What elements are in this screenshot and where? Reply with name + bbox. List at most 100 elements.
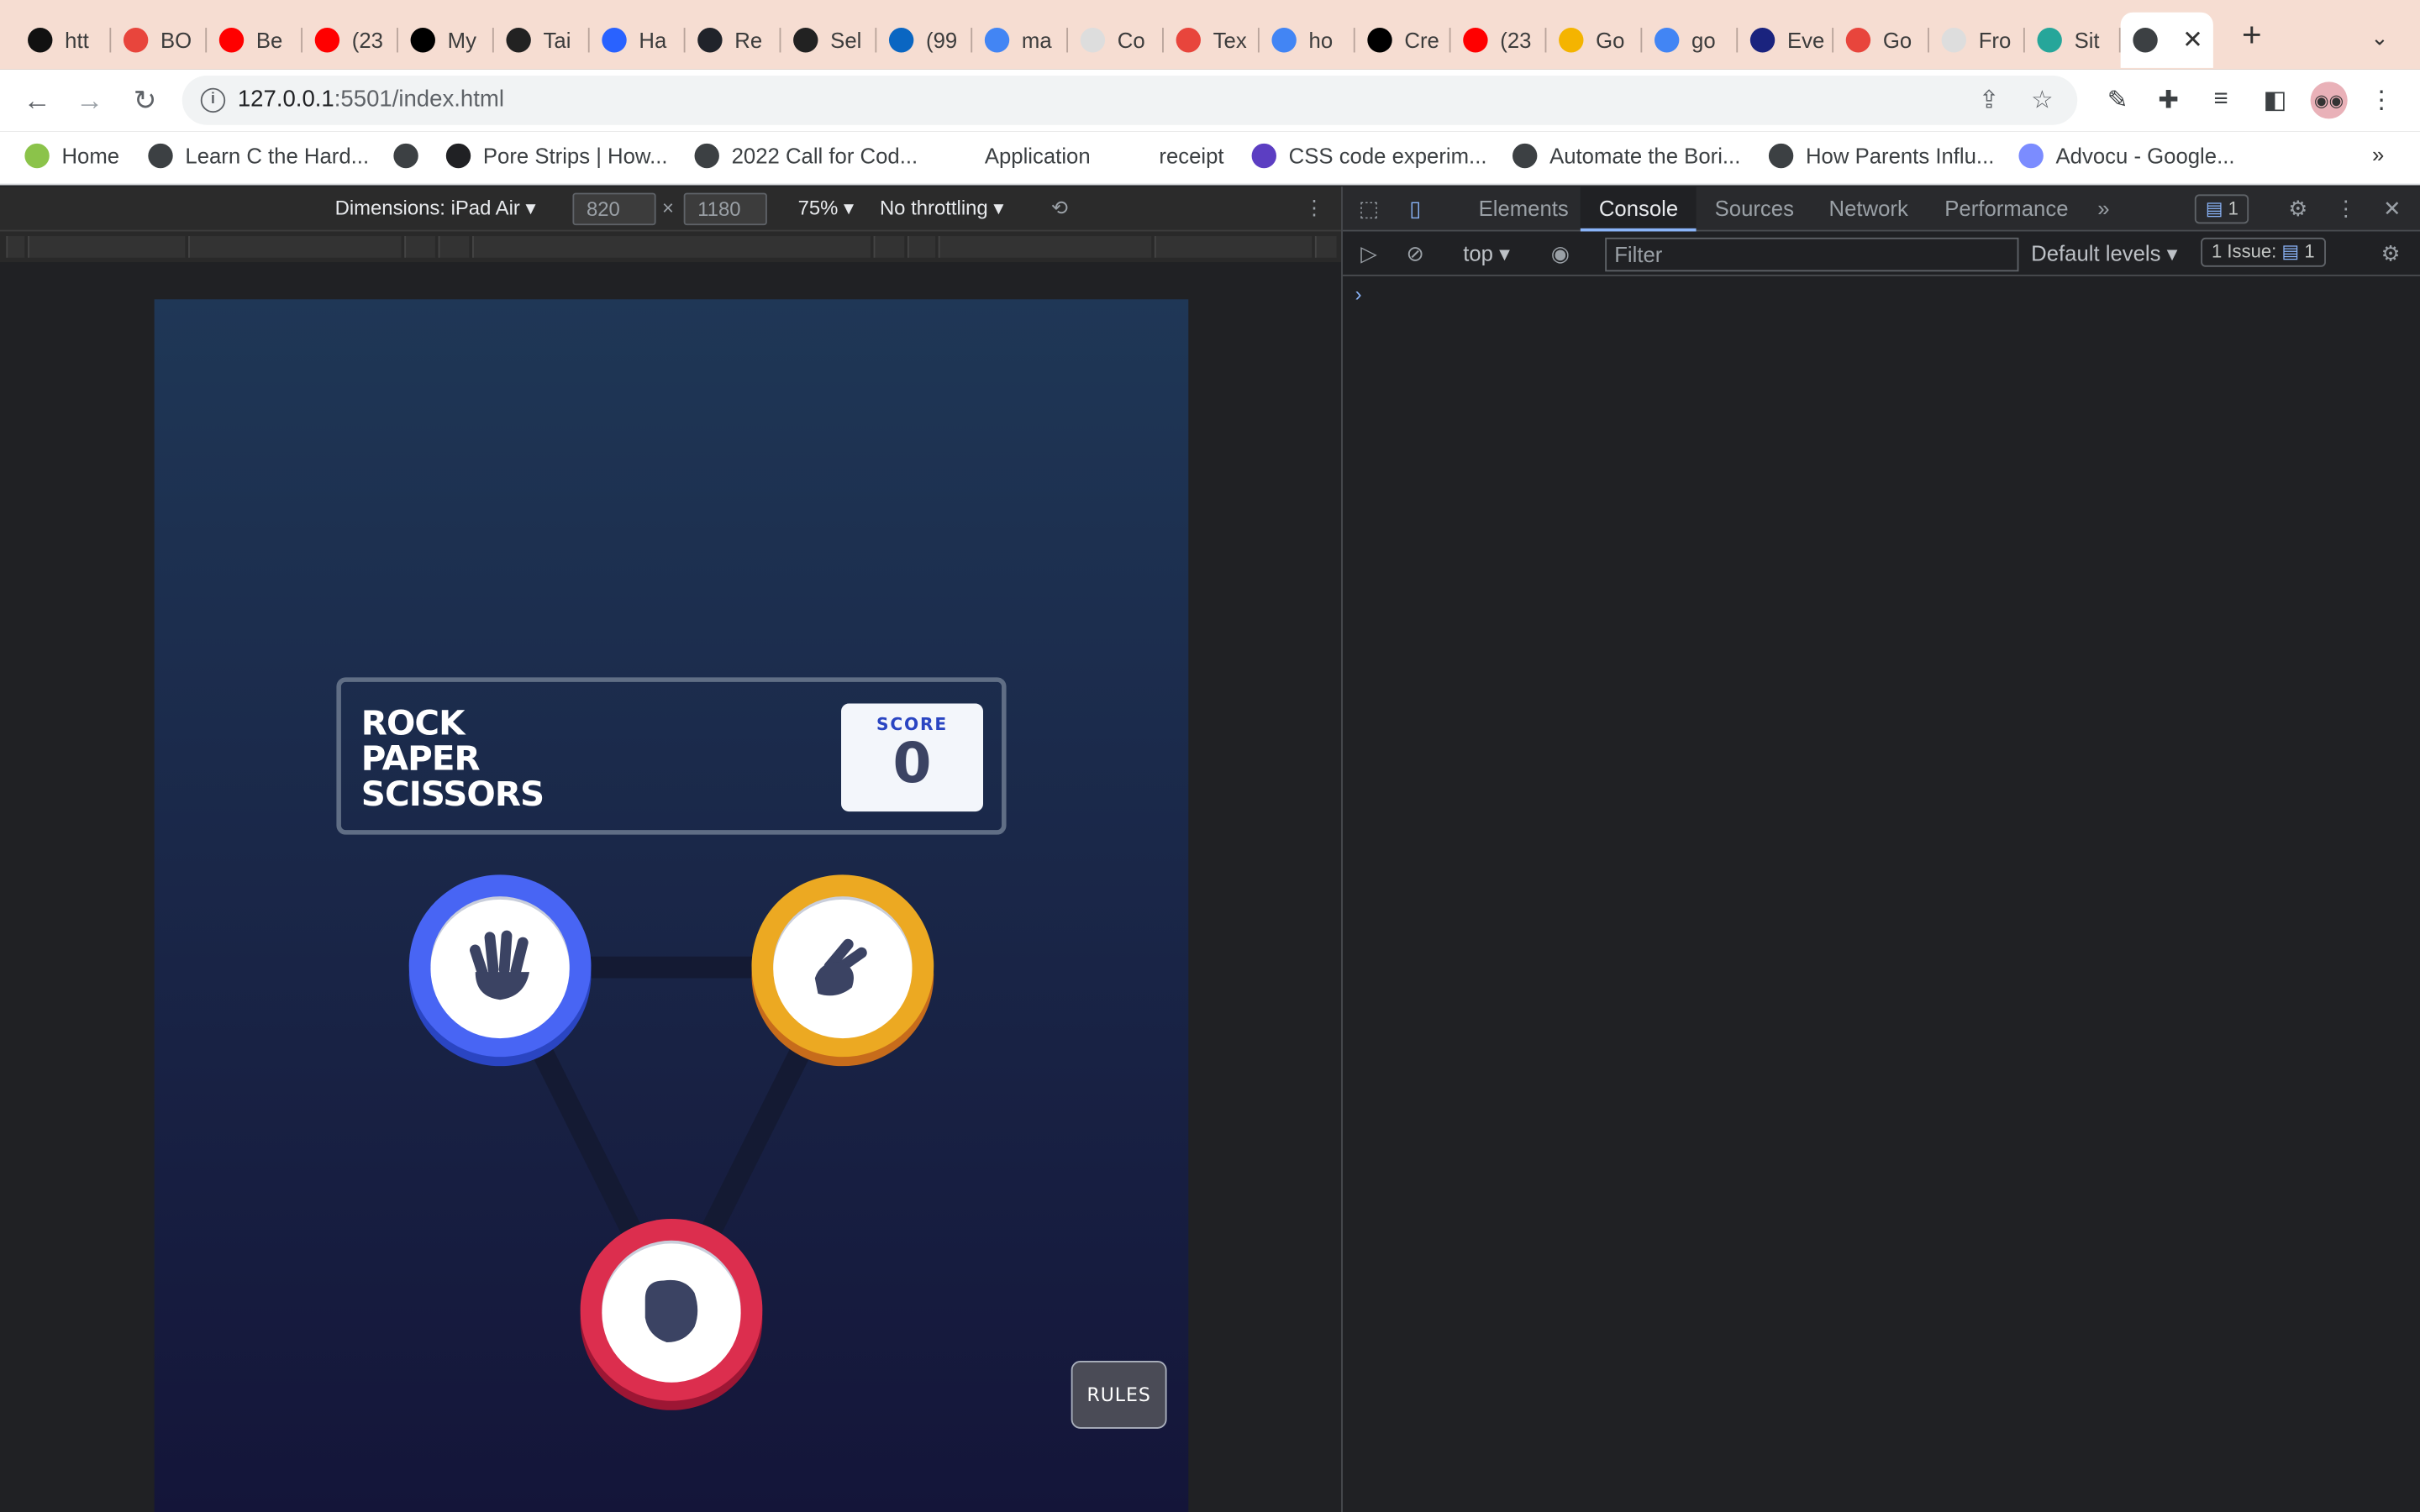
throttling-select[interactable]: No throttling ▾	[880, 196, 1003, 220]
live-expression-eye-icon[interactable]: ◉	[1546, 239, 1574, 267]
browser-tab[interactable]: Be	[207, 13, 302, 68]
active-browser-tab[interactable]: ✕	[2120, 12, 2213, 68]
bookmark-item[interactable]: How Parents Influ...	[1768, 143, 1994, 169]
browser-tab[interactable]: Go	[1546, 13, 1643, 68]
bookmark-star-icon[interactable]: ☆	[2031, 85, 2053, 116]
context-select[interactable]: top ▾	[1463, 241, 1510, 267]
console-filter-input[interactable]: Filter	[1605, 237, 2019, 272]
bookmark-item[interactable]: CSS code experim...	[1251, 143, 1486, 169]
browser-tab[interactable]: htt	[15, 13, 112, 68]
tab-title: Be	[255, 28, 283, 53]
messages-badge[interactable]: ▤ 1	[2194, 194, 2249, 224]
paper-choice-button[interactable]	[408, 874, 592, 1067]
new-tab-button[interactable]: +	[2235, 18, 2269, 52]
device-dimensions-select[interactable]: Dimensions: iPad Air ▾	[335, 196, 536, 220]
more-tabs-icon[interactable]: »	[2090, 194, 2118, 222]
console-prompt[interactable]: ›	[1355, 282, 1362, 306]
inspect-element-icon[interactable]: ⬚	[1355, 194, 1383, 222]
browser-tab[interactable]: (23	[302, 13, 398, 68]
rotate-icon[interactable]: ⟲	[1051, 196, 1068, 220]
ruler-segment[interactable]	[404, 236, 435, 258]
browser-tab[interactable]: Sel	[781, 13, 877, 68]
ruler-segment[interactable]	[873, 236, 905, 258]
devtools-tab-console[interactable]: Console	[1580, 186, 1697, 232]
ruler-segment[interactable]	[1154, 236, 1313, 258]
puzzle-extensions-icon[interactable]: ✚	[2153, 85, 2184, 116]
browser-tab[interactable]: Sit	[2025, 13, 2121, 68]
bookmark-item[interactable]	[393, 143, 430, 169]
bookmark-item[interactable]: 2022 Call for Cod...	[694, 143, 918, 169]
browser-tab[interactable]: Fro	[1929, 13, 2025, 68]
devtools-close-icon[interactable]: ✕	[2378, 194, 2406, 222]
browser-tab[interactable]: ho	[1260, 13, 1355, 68]
bookmarks-overflow-button[interactable]: »	[2372, 142, 2384, 166]
browser-tab[interactable]: Cre	[1355, 13, 1451, 68]
browser-tab[interactable]: Co	[1068, 13, 1164, 68]
media-query-ruler[interactable]	[0, 231, 1342, 263]
bookmark-item[interactable]: Pore Strips | How...	[445, 143, 668, 169]
device-height-input[interactable]: 1180	[683, 192, 767, 226]
rules-button[interactable]: RULES	[1071, 1361, 1167, 1429]
reload-icon[interactable]: ↻	[127, 81, 164, 118]
bookmark-item[interactable]: Learn C the Hard...	[148, 143, 369, 169]
media-queue-icon[interactable]: ≡	[2206, 85, 2237, 116]
sidebar-toggle-icon[interactable]: ▷	[1355, 239, 1383, 267]
devtools-tab-elements[interactable]: Elements	[1460, 186, 1587, 231]
bookmark-item[interactable]: Advocu - Google...	[2018, 143, 2235, 169]
url-text[interactable]: 127.0.0.1:5501/index.html	[238, 87, 504, 113]
ruler-segment[interactable]	[6, 236, 25, 258]
profile-avatar[interactable]: ◉◉	[2310, 81, 2348, 119]
tab-title: Sel	[830, 28, 862, 53]
side-panel-icon[interactable]: ◧	[2260, 85, 2291, 116]
devtools-menu-icon[interactable]: ⋮	[2332, 194, 2360, 222]
browser-tab[interactable]: My	[398, 13, 494, 68]
browser-tab[interactable]: Ha	[590, 13, 686, 68]
log-levels-select[interactable]: Default levels ▾	[2031, 241, 2177, 267]
browser-tab[interactable]: Tex	[1164, 13, 1260, 68]
issues-button[interactable]: 1 Issue: ▤ 1	[2201, 237, 2326, 267]
device-toggle-icon[interactable]: ▯	[1402, 194, 1429, 222]
devtools-tab-sources[interactable]: Sources	[1697, 186, 1812, 231]
console-settings-icon[interactable]: ⚙	[2377, 239, 2405, 267]
forward-arrow-icon[interactable]: →	[71, 81, 108, 118]
eyedropper-extension-icon[interactable]: ✎	[2102, 85, 2133, 116]
site-info-icon[interactable]: i	[200, 87, 226, 113]
device-more-icon[interactable]: ⋮	[1304, 196, 1324, 220]
browser-tab[interactable]: Tai	[494, 13, 590, 68]
browser-tab[interactable]: Go	[1833, 13, 1929, 68]
browser-tab[interactable]: ma	[972, 13, 1069, 68]
browser-tab[interactable]: Eve	[1738, 13, 1834, 68]
ruler-segment[interactable]	[908, 236, 936, 258]
rock-choice-button[interactable]	[580, 1219, 763, 1410]
devtools-tab-network[interactable]: Network	[1810, 186, 1926, 231]
tab-search-chevron-icon[interactable]: ⌄	[2370, 24, 2389, 50]
browser-tab[interactable]: go	[1642, 13, 1739, 68]
zoom-select[interactable]: 75% ▾	[798, 196, 854, 220]
ruler-segment[interactable]	[438, 236, 470, 258]
zoom-label: 75%	[797, 196, 839, 219]
back-arrow-icon[interactable]: ←	[18, 81, 55, 118]
devtools-tab-performance[interactable]: Performance	[1926, 186, 2086, 231]
ruler-segment[interactable]	[472, 236, 871, 258]
browser-tab[interactable]: BO	[111, 13, 208, 68]
tab-title: My	[447, 28, 476, 53]
bookmark-item[interactable]: Automate the Bori...	[1512, 143, 1740, 169]
clear-console-icon[interactable]: ⊘	[1402, 239, 1429, 267]
bookmark-item[interactable]: Home	[24, 143, 119, 169]
ruler-segment[interactable]	[938, 236, 1152, 258]
device-width-input[interactable]: 820	[572, 192, 656, 226]
address-bar[interactable]: i 127.0.0.1:5501/index.html ⇪ ☆	[182, 76, 2078, 125]
scissors-choice-button[interactable]	[751, 874, 934, 1067]
share-icon[interactable]: ⇪	[1979, 85, 2000, 116]
bookmark-item[interactable]: Application	[985, 144, 1091, 168]
browser-tab[interactable]: (99	[876, 13, 973, 68]
kebab-menu-icon[interactable]: ⋮	[2366, 85, 2397, 116]
ruler-segment[interactable]	[28, 236, 186, 258]
browser-tab[interactable]: (23	[1451, 13, 1547, 68]
ruler-segment[interactable]	[1314, 236, 1337, 258]
browser-tab[interactable]: Re	[686, 13, 781, 68]
bookmark-item[interactable]: receipt	[1159, 144, 1223, 168]
ruler-segment[interactable]	[188, 236, 402, 258]
devtools-settings-icon[interactable]: ⚙	[2284, 194, 2312, 222]
close-tab-icon[interactable]: ✕	[2182, 24, 2203, 55]
